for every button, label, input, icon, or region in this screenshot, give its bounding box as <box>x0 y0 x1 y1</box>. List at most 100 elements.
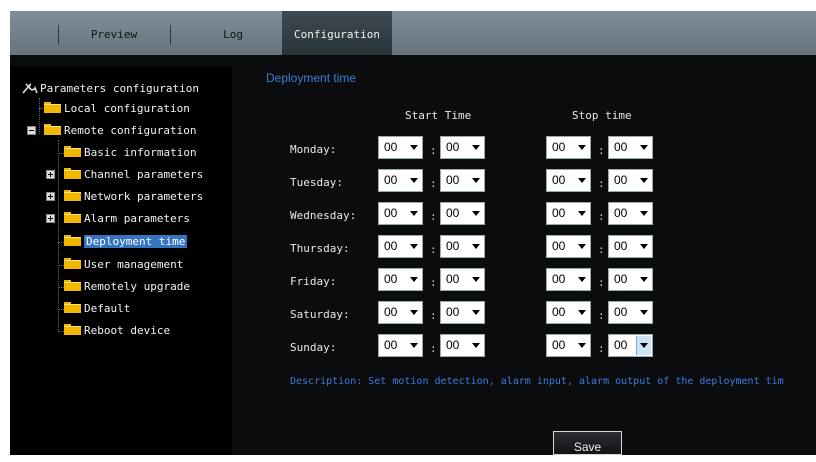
start-colon: : <box>430 309 437 322</box>
tab-configuration[interactable]: Configuration <box>282 11 392 55</box>
start-hour-select[interactable]: 00 <box>378 301 423 324</box>
chevron-down-icon <box>472 310 480 315</box>
day-label: Saturday: <box>290 308 350 321</box>
stop-colon: : <box>598 309 605 322</box>
tree-item-label: User management <box>84 258 184 271</box>
day-label: Wednesday: <box>290 209 357 222</box>
stop-hour-select[interactable]: 00 <box>546 334 591 357</box>
start-hour-select[interactable]: 00 <box>378 235 423 258</box>
tree-item-alarm-parameters[interactable]: Alarm parameters <box>64 211 190 227</box>
stop-minute-select[interactable]: 00 <box>608 169 653 192</box>
chevron-down-icon <box>578 211 586 216</box>
start-minute-select[interactable]: 00 <box>440 301 485 324</box>
tree-item-basic-information[interactable]: Basic information <box>64 145 197 161</box>
select-value: 00 <box>384 272 398 286</box>
stop-colon: : <box>598 243 605 256</box>
chevron-down-icon <box>472 343 480 348</box>
start-hour-select[interactable]: 00 <box>378 169 423 192</box>
folder-icon <box>64 280 81 291</box>
start-minute-select[interactable]: 00 <box>440 268 485 291</box>
tab-bar: Preview Log Configuration <box>10 11 816 55</box>
chevron-down-icon <box>578 244 586 249</box>
start-colon: : <box>430 342 437 355</box>
start-hour-select[interactable]: 00 <box>378 334 423 357</box>
stop-hour-select[interactable]: 00 <box>546 235 591 258</box>
select-value: 00 <box>614 305 628 319</box>
chevron-down-icon <box>640 145 648 150</box>
chevron-down-icon <box>640 310 648 315</box>
folder-icon <box>44 102 61 113</box>
save-button[interactable]: Save <box>553 431 622 455</box>
start-hour-select[interactable]: 00 <box>378 202 423 225</box>
day-label: Friday: <box>290 275 337 288</box>
start-minute-select[interactable]: 00 <box>440 169 485 192</box>
tab-log[interactable]: Log <box>171 11 281 55</box>
start-minute-select[interactable]: 00 <box>440 202 485 225</box>
select-value: 00 <box>552 338 566 352</box>
stop-hour-select[interactable]: 00 <box>546 136 591 159</box>
tree-item-label: Deployment time <box>84 235 188 248</box>
day-label: Monday: <box>290 143 337 156</box>
folder-icon <box>64 146 81 157</box>
chevron-down-icon <box>472 178 480 183</box>
stop-hour-select[interactable]: 00 <box>546 169 591 192</box>
select-value: 00 <box>552 206 566 220</box>
expand-icon[interactable] <box>46 214 55 223</box>
tree-item-network-parameters[interactable]: Network parameters <box>64 189 203 205</box>
tree-root: Parameters configuration <box>22 81 199 97</box>
stop-minute-select[interactable]: 00 <box>608 268 653 291</box>
stop-hour-select[interactable]: 00 <box>546 301 591 324</box>
start-minute-select[interactable]: 00 <box>440 136 485 159</box>
tree-item-deployment-time[interactable]: Deployment time <box>64 234 188 250</box>
tab-preview[interactable]: Preview <box>60 11 168 55</box>
chevron-down-icon <box>410 277 418 282</box>
select-value: 00 <box>614 272 628 286</box>
chevron-down-icon <box>640 211 648 216</box>
expand-icon[interactable] <box>46 192 55 201</box>
tree-item-label: Default <box>84 302 131 315</box>
start-minute-select[interactable]: 00 <box>440 334 485 357</box>
stop-hour-select[interactable]: 00 <box>546 268 591 291</box>
chevron-down-icon <box>472 244 480 249</box>
day-label: Sunday: <box>290 341 337 354</box>
stop-minute-select[interactable]: 00 <box>608 301 653 324</box>
folder-icon <box>64 212 81 223</box>
stop-minute-select[interactable]: 00 <box>608 334 653 357</box>
start-hour-select[interactable]: 00 <box>378 268 423 291</box>
tools-icon <box>22 82 38 94</box>
day-label: Tuesday: <box>290 176 343 189</box>
start-minute-select[interactable]: 00 <box>440 235 485 258</box>
chevron-down-icon <box>410 343 418 348</box>
tree-item-remotely-upgrade[interactable]: Remotely upgrade <box>64 279 190 295</box>
stop-colon: : <box>598 342 605 355</box>
chevron-down-icon <box>578 277 586 282</box>
select-value: 00 <box>614 173 628 187</box>
select-value: 00 <box>614 206 628 220</box>
stop-time-header: Stop time <box>572 109 632 122</box>
tree-item-user-management[interactable]: User management <box>64 257 183 273</box>
stop-minute-select[interactable]: 00 <box>608 202 653 225</box>
expand-icon[interactable] <box>46 170 55 179</box>
collapse-icon[interactable] <box>27 126 36 135</box>
select-value: 00 <box>384 173 398 187</box>
select-value: 00 <box>384 305 398 319</box>
select-value: 00 <box>446 338 460 352</box>
stop-minute-select[interactable]: 00 <box>608 235 653 258</box>
tree-item-channel-parameters[interactable]: Channel parameters <box>64 167 203 183</box>
select-value: 00 <box>446 206 460 220</box>
tree-item-local-configuration[interactable]: Local configuration <box>44 101 190 117</box>
stop-minute-select[interactable]: 00 <box>608 136 653 159</box>
chevron-down-icon <box>410 211 418 216</box>
tree-item-remote-configuration[interactable]: Remote configuration <box>44 123 196 139</box>
tree-item-label: Reboot device <box>84 324 171 337</box>
stop-hour-select[interactable]: 00 <box>546 202 591 225</box>
tree-item-default[interactable]: Default <box>64 301 130 317</box>
start-hour-select[interactable]: 00 <box>378 136 423 159</box>
chevron-down-icon <box>640 244 648 249</box>
tree-item-reboot-device[interactable]: Reboot device <box>64 323 170 339</box>
tree-root-label: Parameters configuration <box>40 82 199 95</box>
folder-icon <box>64 235 81 246</box>
start-time-header: Start Time <box>405 109 472 122</box>
tab-separator <box>58 25 59 45</box>
chevron-down-icon <box>578 145 586 150</box>
